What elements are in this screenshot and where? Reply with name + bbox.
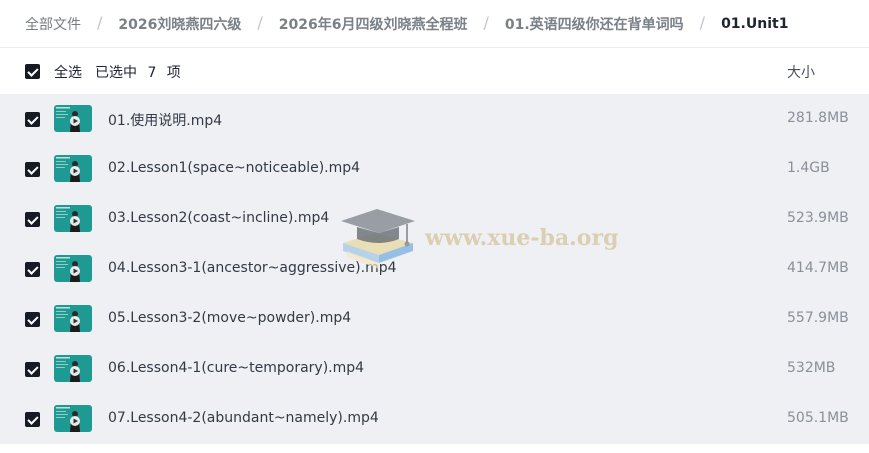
file-size: 557.9MB	[787, 310, 849, 326]
breadcrumb-item-current: 01.Unit1	[721, 15, 789, 32]
file-row[interactable]: 04.Lesson3-1(ancestor~aggressive).mp4 41…	[0, 244, 869, 294]
breadcrumb-item-all-files[interactable]: 全部文件	[25, 14, 81, 34]
video-thumbnail-icon	[54, 155, 92, 182]
file-name[interactable]: 05.Lesson3-2(move~powder).mp4	[108, 310, 351, 326]
file-row[interactable]: 07.Lesson4-2(abundant~namely).mp4 505.1M…	[0, 394, 869, 444]
file-size: 414.7MB	[787, 260, 849, 276]
video-thumbnail-icon	[54, 355, 92, 382]
video-thumbnail-icon	[54, 305, 92, 332]
row-checkbox[interactable]	[25, 162, 40, 177]
breadcrumb-item-course[interactable]: 2026刘晓燕四六级	[118, 14, 241, 34]
file-name[interactable]: 01.使用说明.mp4	[108, 110, 222, 130]
list-header: 全选 已选中 7 项 大小	[0, 49, 869, 94]
file-name[interactable]: 06.Lesson4-1(cure~temporary).mp4	[108, 360, 364, 376]
row-checkbox[interactable]	[25, 212, 40, 227]
video-thumbnail-icon	[54, 255, 92, 282]
row-checkbox[interactable]	[25, 112, 40, 127]
file-row[interactable]: 01.使用说明.mp4 281.8MB	[0, 94, 869, 144]
row-checkbox[interactable]	[25, 312, 40, 327]
file-size: 532MB	[787, 360, 836, 376]
file-size: 523.9MB	[787, 210, 849, 226]
breadcrumb-item-chapter[interactable]: 01.英语四级你还在背单词吗	[505, 14, 684, 34]
breadcrumb-separator: /	[483, 13, 489, 32]
row-checkbox[interactable]	[25, 262, 40, 277]
video-thumbnail-icon	[54, 205, 92, 232]
file-row[interactable]: 05.Lesson3-2(move~powder).mp4 557.9MB	[0, 294, 869, 344]
file-name[interactable]: 07.Lesson4-2(abundant~namely).mp4	[108, 410, 379, 426]
select-all-checkbox[interactable]	[25, 64, 40, 79]
row-checkbox[interactable]	[25, 362, 40, 377]
breadcrumb-item-class[interactable]: 2026年6月四级刘晓燕全程班	[279, 14, 468, 34]
file-name[interactable]: 03.Lesson2(coast~incline).mp4	[108, 210, 329, 226]
row-checkbox[interactable]	[25, 412, 40, 427]
file-row[interactable]: 02.Lesson1(space~noticeable).mp4 1.4GB	[0, 144, 869, 194]
file-size: 281.8MB	[787, 110, 849, 126]
breadcrumb-separator: /	[699, 13, 706, 32]
size-column-header[interactable]: 大小	[787, 62, 815, 82]
file-browser: 全部文件 / 2026刘晓燕四六级 / 2026年6月四级刘晓燕全程班 / 01…	[0, 0, 869, 453]
file-list: 01.使用说明.mp4 281.8MB 02.Lesson1(space~not…	[0, 94, 869, 444]
file-row[interactable]: 03.Lesson2(coast~incline).mp4 523.9MB	[0, 194, 869, 244]
file-size: 1.4GB	[787, 160, 830, 176]
video-thumbnail-icon	[54, 405, 92, 432]
file-size: 505.1MB	[787, 410, 849, 426]
breadcrumb-separator: /	[97, 13, 103, 32]
file-row[interactable]: 06.Lesson4-1(cure~temporary).mp4 532MB	[0, 344, 869, 394]
video-thumbnail-icon	[54, 105, 92, 132]
file-name[interactable]: 02.Lesson1(space~noticeable).mp4	[108, 160, 360, 176]
breadcrumb: 全部文件 / 2026刘晓燕四六级 / 2026年6月四级刘晓燕全程班 / 01…	[0, 0, 869, 48]
file-name[interactable]: 04.Lesson3-1(ancestor~aggressive).mp4	[108, 260, 397, 276]
selected-count-text: 已选中 7 项	[95, 65, 181, 81]
select-all-label[interactable]: 全选	[54, 62, 82, 82]
breadcrumb-separator: /	[257, 13, 263, 32]
